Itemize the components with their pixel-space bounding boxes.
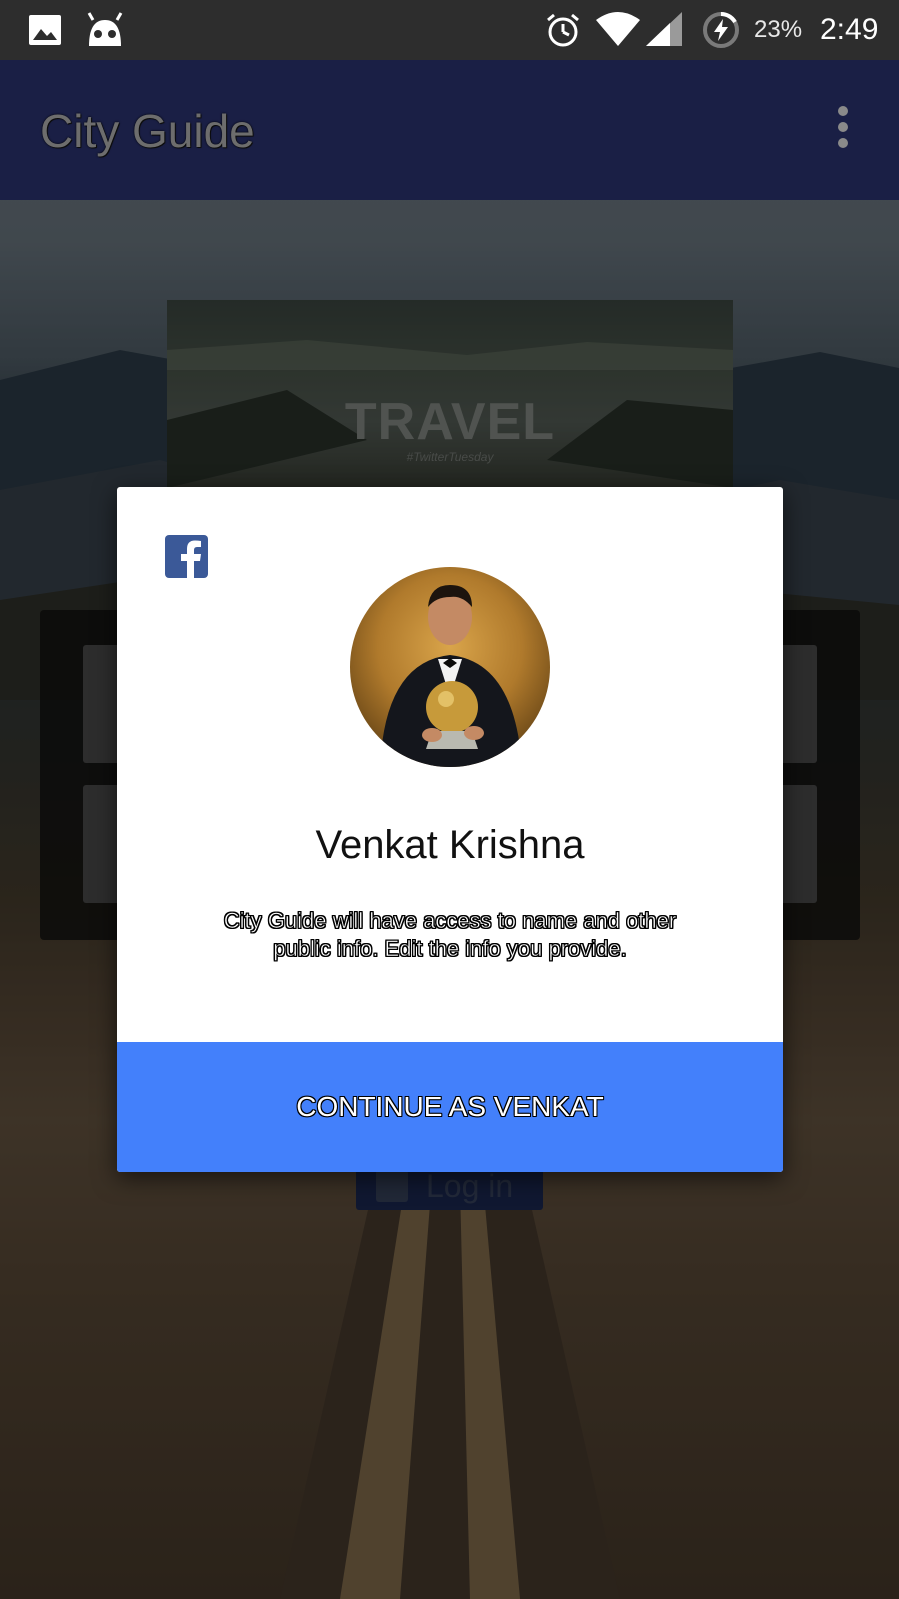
avatar	[350, 567, 550, 767]
user-name: Venkat Krishna	[315, 823, 585, 867]
continue-as-user-button[interactable]: CONTINUE AS VENKAT	[117, 1042, 783, 1172]
app-bar: City Guide	[0, 60, 899, 200]
facebook-icon	[165, 535, 208, 578]
facebook-permission-dialog: Venkat Krishna City Guide will have acce…	[117, 487, 783, 1172]
android-head-icon	[86, 12, 124, 51]
app-title: City Guide	[40, 105, 255, 157]
alarm-icon	[545, 12, 581, 53]
clock-time: 2:49	[820, 13, 879, 46]
signal-icon	[646, 12, 682, 51]
continue-button-label: CONTINUE AS VENKAT	[296, 1091, 604, 1122]
battery-charging-icon	[702, 11, 740, 54]
image-icon	[28, 14, 62, 51]
status-bar: 23% 2:49	[0, 0, 899, 60]
permission-description: City Guide will have access to name and …	[223, 908, 677, 962]
battery-percentage: 23%	[754, 16, 803, 43]
wifi-icon	[596, 12, 640, 51]
more-vert-icon[interactable]	[830, 106, 856, 156]
